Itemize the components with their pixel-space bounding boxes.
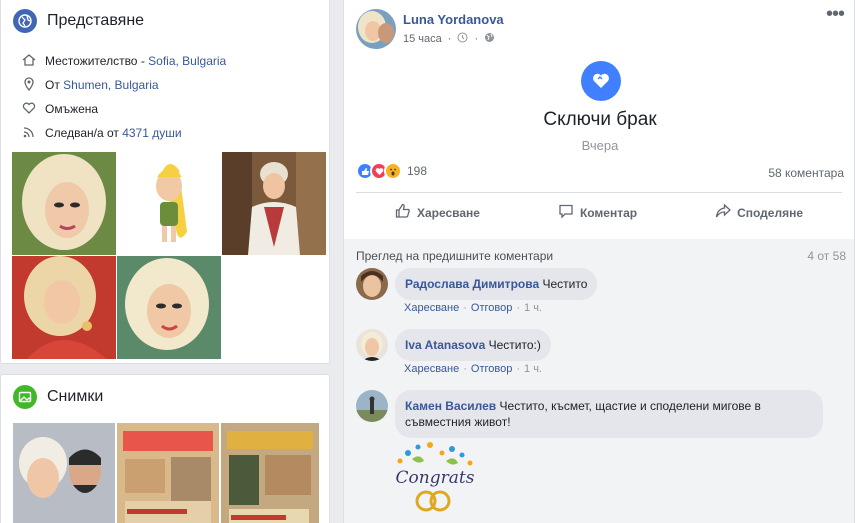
author-name[interactable]: Luna Yordanova (403, 12, 504, 27)
comment-label: Коментар (579, 206, 638, 220)
intro-status: Омъжена (1, 97, 329, 121)
featured-photo[interactable] (222, 152, 326, 255)
wow-reaction-icon (384, 162, 402, 180)
featured-photo[interactable] (117, 256, 221, 359)
comment-reply-link[interactable]: Отговор (471, 363, 512, 375)
photos-card: Снимки (0, 374, 330, 523)
post-actions: Харесване Коментар Споделяне (356, 196, 842, 230)
life-event-icon (581, 61, 621, 101)
page: Представяне Местожителство - Sofia, Bulg… (0, 0, 855, 523)
rss-icon (21, 125, 37, 142)
more-icon[interactable]: ••• (826, 3, 845, 26)
commenter-avatar[interactable] (356, 329, 388, 361)
comment-time[interactable]: 1 ч. (524, 363, 542, 375)
comment-count[interactable]: 58 коментара (768, 166, 844, 180)
post-card: Luna Yordanova 15 часа · · ••• Сключи бр… (343, 0, 855, 523)
intro-from: От Shumen, Bulgaria (1, 73, 329, 97)
commenter-avatar[interactable] (356, 268, 388, 300)
comment-time[interactable]: 1 ч. (524, 302, 542, 314)
reaction-count[interactable]: 198 (407, 164, 427, 178)
featured-photo[interactable] (12, 152, 116, 255)
intro-lives: Местожителство - Sofia, Bulgaria (1, 49, 329, 73)
intro-title: Представяне (47, 12, 145, 29)
comment-button[interactable]: Коментар (558, 203, 637, 223)
from-link[interactable]: Shumen, Bulgaria (63, 78, 158, 92)
comments-section: Преглед на предишните коментари 4 от 58 … (344, 239, 854, 523)
view-previous-comments[interactable]: Преглед на предишните коментари (356, 249, 553, 263)
reactions-summary[interactable]: 198 (356, 162, 427, 180)
separator: · (447, 33, 452, 45)
comment-actions: Харесване · Отговор · 1 ч. (404, 302, 542, 314)
post-meta: 15 часа · · (403, 32, 495, 46)
comment-icon (558, 203, 574, 223)
photo-thumb[interactable] (117, 423, 219, 523)
lives-link[interactable]: Sofia, Bulgaria (148, 54, 226, 68)
post-time[interactable]: 15 часа (403, 33, 442, 45)
commenter-name[interactable]: Iva Atanasova (405, 338, 485, 352)
life-event-title: Сключи брак (543, 109, 657, 130)
separator: · (474, 33, 479, 45)
intro-card: Представяне Местожителство - Sofia, Bulg… (0, 0, 330, 364)
life-event-date: Вчера (581, 138, 619, 153)
clock-icon (457, 32, 468, 46)
author-avatar[interactable] (356, 9, 396, 49)
commenter-name[interactable]: Камен Василев (405, 399, 496, 413)
intro-followed: Следван/а от 4371 души (1, 121, 329, 145)
comment-like-link[interactable]: Харесване (404, 363, 459, 375)
commenter-avatar[interactable] (356, 390, 388, 422)
comment-text: Честито (542, 277, 588, 291)
comments-shown-count: 4 от 58 (807, 249, 846, 263)
followed-label: Следван/а от (45, 126, 123, 140)
comment-text-continued: съвместния живот! (405, 415, 511, 429)
share-button[interactable]: Споделяне (715, 203, 803, 223)
comment-bubble: Радослава Димитрова Честито (395, 268, 598, 300)
heart-icon (21, 101, 37, 118)
share-icon (715, 203, 732, 223)
globe-icon (13, 9, 37, 33)
image-icon (13, 385, 37, 409)
comment-like-link[interactable]: Харесване (404, 302, 459, 314)
photos-header: Снимки (1, 375, 329, 419)
globe-small-icon[interactable] (484, 32, 495, 46)
status-text: Омъжена (45, 102, 99, 116)
comment-actions: Харесване · Отговор · 1 ч. (404, 363, 542, 375)
from-label: От (45, 78, 64, 92)
intro-header: Представяне (1, 0, 329, 43)
comment-text: Честито:) (488, 338, 541, 352)
pin-icon (21, 76, 37, 94)
house-icon (21, 53, 37, 70)
like-button[interactable]: Харесване (395, 203, 480, 223)
followers-link[interactable]: 4371 души (122, 126, 181, 140)
photos-title: Снимки (47, 388, 104, 405)
lives-label: Местожителство - (45, 54, 149, 68)
commenter-name[interactable]: Радослава Димитрова (405, 277, 539, 291)
comment-bubble: Iva Atanasova Честито:) (395, 329, 551, 361)
photo-thumb[interactable] (13, 423, 115, 523)
comment-bubble: Камен Василев Честито, късмет, щастие и … (395, 390, 823, 438)
like-icon (395, 203, 411, 223)
featured-photo[interactable] (12, 256, 116, 359)
like-label: Харесване (416, 206, 480, 220)
photo-thumb[interactable] (221, 423, 319, 523)
comment-text: Честито, късмет, щастие и споделени миго… (499, 399, 761, 413)
share-label: Споделяне (737, 206, 804, 220)
gif-text: Congrats (396, 468, 475, 488)
divider (356, 192, 842, 193)
featured-photo[interactable] (117, 152, 221, 255)
photo-strip (13, 423, 319, 523)
congrats-gif[interactable]: Congrats (390, 439, 480, 519)
comment-reply-link[interactable]: Отговор (471, 302, 512, 314)
